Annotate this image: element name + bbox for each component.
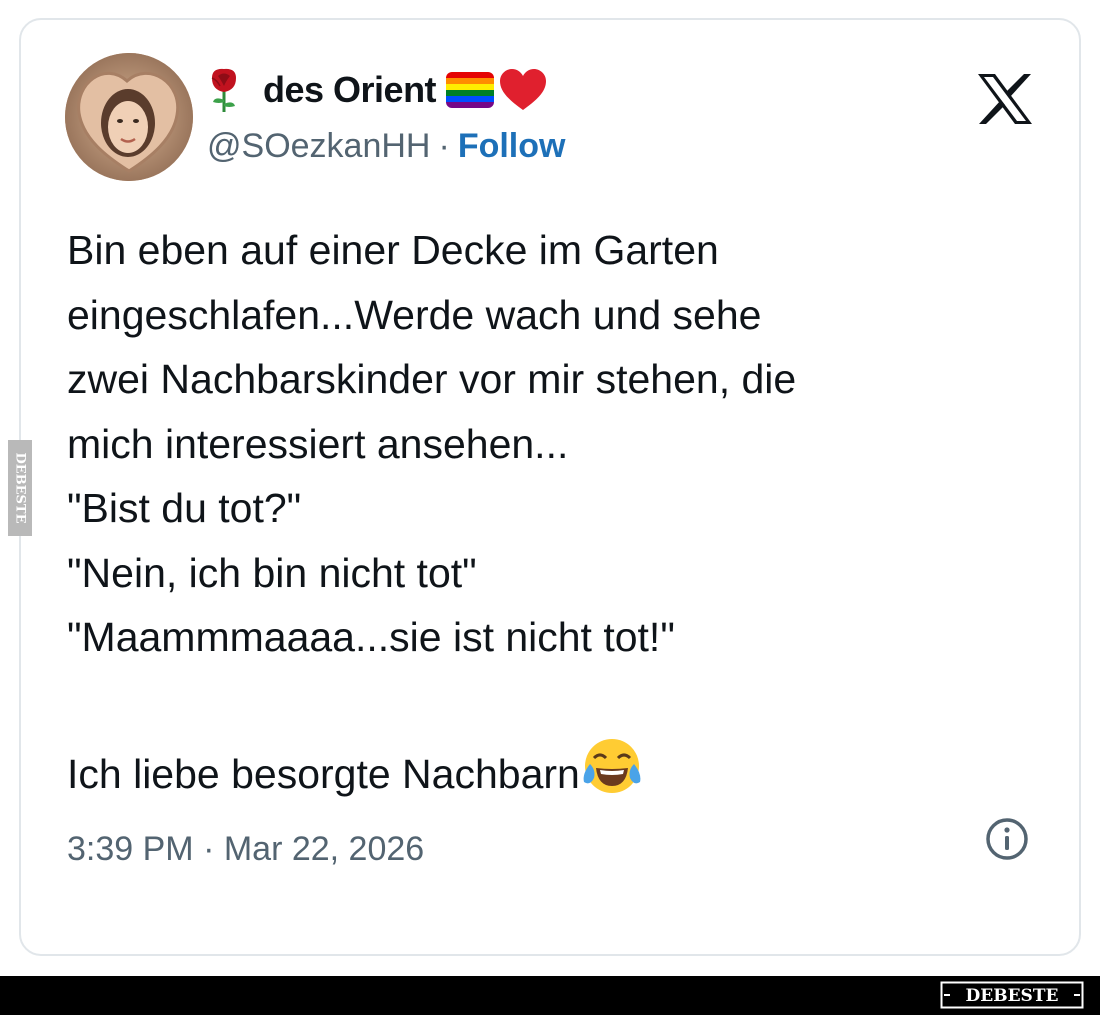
tweet-text: Bin eben auf einer Decke im Garten einge… xyxy=(67,218,1057,807)
debeste-logo-icon: DEBESTE xyxy=(940,981,1084,1009)
author-name-row[interactable]: des Orient xyxy=(207,64,548,116)
tweet-timestamp[interactable]: 3:39 PM · Mar 22, 2026 xyxy=(67,830,424,869)
side-watermark-logo: DEBESTE xyxy=(8,440,32,536)
red-heart-icon xyxy=(500,69,547,110)
tweet-line: "Maammmaaaa...sie ist nicht tot!" xyxy=(67,614,675,660)
tweet-line: "Bist du tot?" xyxy=(67,485,302,531)
info-icon[interactable] xyxy=(983,815,1031,863)
tweet-line: zwei Nachbarskinder vor mir stehen, die xyxy=(67,356,797,402)
debeste-logo-text: DEBESTE xyxy=(966,986,1059,1006)
watermark-vertical-logo-icon: DEBESTE xyxy=(13,452,28,523)
rainbow-flag-icon xyxy=(446,72,495,108)
author-handle-row: @SOezkanHH · Follow xyxy=(207,124,565,168)
debeste-logo[interactable]: DEBESTE xyxy=(940,981,1084,1009)
handle-separator: · xyxy=(438,126,450,165)
info-icon-svg xyxy=(986,818,1028,860)
watermark-vertical-text: DEBESTE xyxy=(13,452,28,523)
tweet-line: eingeschlafen...Werde wach und sehe xyxy=(67,291,762,338)
author-handle[interactable]: @SOezkanHH xyxy=(207,127,430,166)
tears-of-joy-icon xyxy=(580,734,644,798)
footer-bar: DEBESTE xyxy=(0,976,1100,1015)
x-logo-icon-svg xyxy=(978,74,1032,124)
page: des Orient @SOezkanHH · Follow Bin eben … xyxy=(0,0,1100,1015)
tweet-line: "Nein, ich bin nicht tot" xyxy=(67,549,477,596)
rose-icon xyxy=(211,68,236,112)
tweet-line: mich interessiert ansehen... xyxy=(67,420,569,467)
avatar-photo-icon xyxy=(65,53,193,181)
tweet-line: Bin eben auf einer Decke im Garten xyxy=(67,227,719,273)
tweet-card: des Orient @SOezkanHH · Follow Bin eben … xyxy=(19,18,1081,956)
x-logo-icon[interactable] xyxy=(976,72,1034,126)
tweet-line: Ich liebe besorgte Nachbarn xyxy=(67,751,580,797)
author-display-name[interactable]: des Orient xyxy=(263,69,437,111)
follow-button[interactable]: Follow xyxy=(458,127,566,166)
author-avatar[interactable] xyxy=(65,53,193,181)
